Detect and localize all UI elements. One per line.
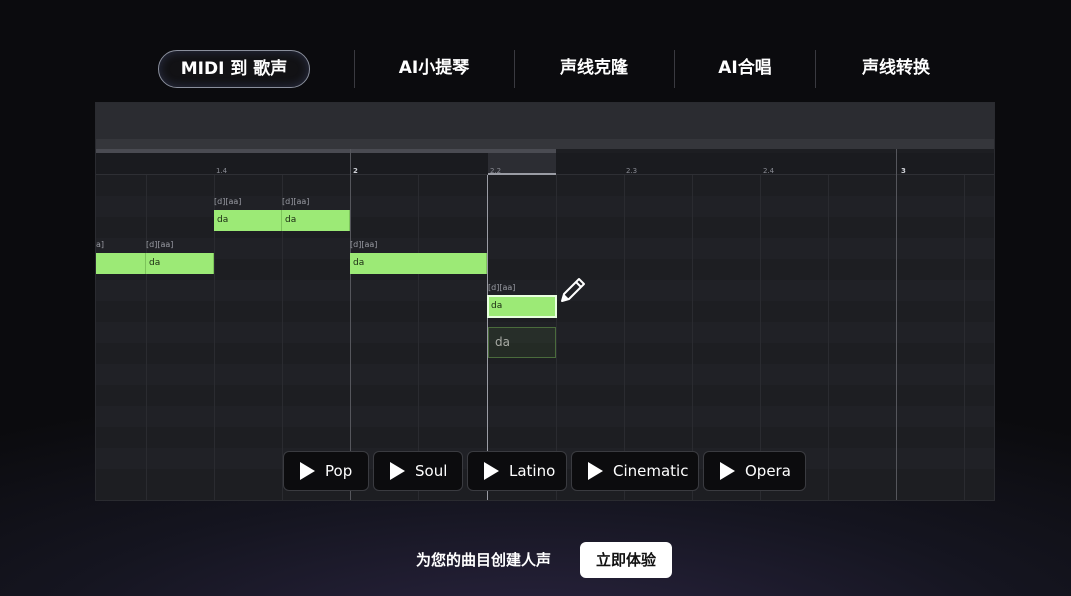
style-label: Cinematic — [613, 462, 689, 480]
piano-row — [96, 364, 994, 385]
grid-line — [146, 175, 147, 500]
pencil-icon — [561, 278, 585, 302]
tab-divider — [815, 50, 816, 88]
style-label: Pop — [325, 462, 353, 480]
tab-voice-clone[interactable]: 声线克隆 — [536, 50, 652, 88]
horizontal-scrollbar[interactable] — [96, 139, 994, 149]
play-icon — [300, 462, 315, 480]
ghost-note-preview: da — [488, 327, 556, 358]
midi-note[interactable]: da — [282, 210, 350, 231]
style-opera-button[interactable]: Opera — [703, 451, 806, 491]
note-phoneme-tag: [d][aa] — [488, 283, 516, 292]
grid-line — [964, 175, 965, 500]
try-now-button[interactable]: 立即体验 — [580, 542, 672, 578]
note-phoneme-tag: [d][aa] — [350, 240, 378, 249]
style-label: Opera — [745, 462, 791, 480]
ruler-label: 2 — [353, 167, 358, 175]
ruler-label: 2.2 — [490, 167, 502, 175]
tab-midi-to-vocal[interactable]: MIDI 到 歌声 — [158, 50, 310, 88]
style-label: Latino — [509, 462, 556, 480]
ruler-label: 3 — [901, 167, 906, 175]
grid-line — [828, 175, 829, 500]
play-icon — [484, 462, 499, 480]
play-icon — [588, 462, 603, 480]
tab-ai-choir[interactable]: AI合唱 — [690, 50, 800, 88]
midi-note[interactable]: da — [350, 253, 487, 274]
play-icon — [390, 462, 405, 480]
ruler-label: 2.3 — [626, 167, 638, 175]
piano-row — [96, 406, 994, 427]
editor-toolbar — [96, 103, 994, 139]
tab-voice-conversion[interactable]: 声线转换 — [836, 50, 956, 88]
bar-line — [896, 149, 897, 500]
selected-midi-note[interactable]: da — [487, 295, 557, 318]
ruler-label: 2.4 — [763, 167, 775, 175]
note-phoneme-tag: [d][aa] — [146, 240, 174, 249]
style-latino-button[interactable]: Latino — [467, 451, 567, 491]
midi-note[interactable]: da — [214, 210, 282, 231]
midi-note[interactable] — [96, 253, 146, 274]
tab-divider — [354, 50, 355, 88]
style-cinematic-button[interactable]: Cinematic — [571, 451, 699, 491]
note-phoneme-tag: [d][aa] — [282, 197, 310, 206]
cta-text: 为您的曲目创建人声 — [416, 551, 552, 569]
ruler-label: 1.4 — [216, 167, 228, 175]
piano-roll-editor[interactable]: 1.4 2 2.2 2.3 2.4 3 a] [d][aa] da [d][aa… — [95, 102, 995, 501]
bar-line — [350, 149, 351, 500]
note-phoneme-tag: [d][aa] — [214, 197, 242, 206]
style-label: Soul — [415, 462, 448, 480]
tab-divider — [674, 50, 675, 88]
mode-tabs: MIDI 到 歌声 AI小提琴 声线克隆 AI合唱 声线转换 — [0, 50, 1071, 88]
piano-row — [96, 238, 994, 259]
tab-ai-violin[interactable]: AI小提琴 — [376, 50, 492, 88]
play-icon — [720, 462, 735, 480]
style-soul-button[interactable]: Soul — [373, 451, 463, 491]
style-pop-button[interactable]: Pop — [283, 451, 369, 491]
tab-divider — [514, 50, 515, 88]
midi-note[interactable]: da — [146, 253, 214, 274]
note-phoneme-tag: a] — [96, 240, 105, 249]
